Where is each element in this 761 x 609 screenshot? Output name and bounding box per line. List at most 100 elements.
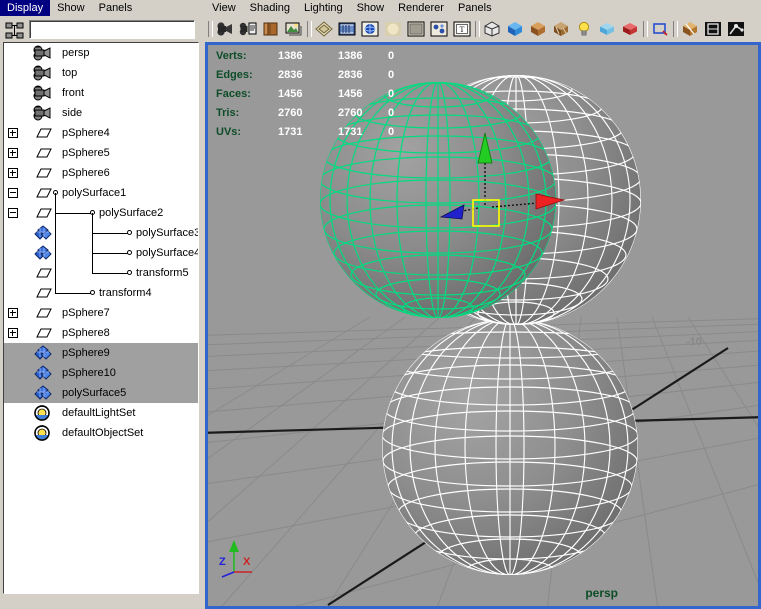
hud-value: 0: [388, 50, 395, 62]
xray-joints-icon[interactable]: [702, 18, 724, 40]
resolution-gate-icon[interactable]: [359, 18, 381, 40]
toolbar-separator: [207, 18, 214, 40]
outliner-row-psphere8[interactable]: pSphere8: [4, 323, 198, 343]
ik-handles-icon[interactable]: [725, 18, 747, 40]
viewport-menu-lighting[interactable]: Lighting: [297, 0, 350, 16]
maya-window: Display Show Panels persp top front side pSp…: [0, 0, 761, 609]
expand-icon[interactable]: [8, 328, 18, 338]
outliner-row-top[interactable]: top: [4, 63, 198, 83]
outliner-row-label: pSphere8: [62, 327, 110, 339]
outliner-panel: Display Show Panels persp top front side pSp…: [0, 0, 203, 609]
smooth-shade-all-icon[interactable]: [504, 18, 526, 40]
outliner-row-label: pSphere6: [62, 167, 110, 179]
mesh-icon: [32, 245, 54, 261]
outliner-menu-panels[interactable]: Panels: [92, 0, 140, 16]
outliner-row-label: polySurface4: [136, 247, 199, 259]
outliner-row-polysurface4[interactable]: polySurface4: [4, 243, 198, 263]
outliner-row-label: pSphere4: [62, 127, 110, 139]
outliner-row-label: side: [62, 107, 83, 119]
expand-icon[interactable]: [8, 308, 18, 318]
outliner-row-transform5[interactable]: transform5: [4, 263, 198, 283]
outliner-search-input[interactable]: [29, 20, 195, 39]
outliner-menu-show[interactable]: Show: [50, 0, 92, 16]
outliner-row-psphere9[interactable]: pSphere9: [4, 343, 198, 363]
bookmark-icon[interactable]: [260, 18, 282, 40]
outliner-row-polysurface2[interactable]: polySurface2: [4, 203, 198, 223]
transform-icon: [32, 145, 54, 161]
viewport-menu-show[interactable]: Show: [350, 0, 392, 16]
outliner-row-psphere7[interactable]: pSphere7: [4, 303, 198, 323]
camera-attributes-icon[interactable]: [237, 18, 259, 40]
outliner-row-label: polySurface2: [99, 207, 164, 219]
svg-text:T: T: [460, 25, 465, 34]
hud-row: Edges: 2836 2836 0: [216, 66, 418, 85]
transform-icon: [32, 325, 54, 341]
expand-icon[interactable]: [8, 148, 18, 158]
collapse-icon[interactable]: [8, 208, 18, 218]
axis-label-z: Z: [219, 556, 226, 568]
outliner-row-psphere5[interactable]: pSphere5: [4, 143, 198, 163]
image-plane-icon[interactable]: [283, 18, 305, 40]
camera-icon: [32, 85, 54, 101]
hud-label: Verts:: [216, 50, 247, 62]
mesh-icon: [32, 365, 54, 381]
hud-label: Edges:: [216, 69, 253, 81]
expand-icon[interactable]: [8, 168, 18, 178]
outliner-row-psphere4[interactable]: pSphere4: [4, 123, 198, 143]
outliner-row-polysurface5[interactable]: polySurface5: [4, 383, 198, 403]
outliner-row-label: defaultObjectSet: [62, 427, 144, 439]
hud-value: 2760: [278, 107, 303, 119]
viewport-3d-canvas[interactable]: Verts: 1386 1386 0 Edges: 2836 2836 0 Faces: 1456…: [205, 42, 761, 609]
outliner-row-psphere6[interactable]: pSphere6: [4, 163, 198, 183]
hud-value: 0: [388, 126, 395, 138]
outliner-tree[interactable]: persp top front side pSphere4 pSphere5 pSphere…: [3, 42, 199, 594]
outliner-row-polysurface1[interactable]: polySurface1: [4, 183, 198, 203]
outliner-row-persp[interactable]: persp: [4, 43, 198, 63]
outliner-row-psphere10[interactable]: pSphere10: [4, 363, 198, 383]
axis-label-x: X: [243, 556, 251, 568]
set-icon: [32, 405, 54, 421]
gate-mask-icon[interactable]: [382, 18, 404, 40]
outliner-row-defaultobjectset[interactable]: defaultObjectSet: [4, 423, 198, 443]
viewport-menu-shading[interactable]: Shading: [243, 0, 297, 16]
xray-icon[interactable]: [649, 18, 671, 40]
field-chart-icon[interactable]: [405, 18, 427, 40]
camera-name-label: persp: [585, 586, 618, 600]
hud-row: Faces: 1456 1456 0: [216, 85, 418, 104]
hud-value: 1731: [278, 126, 303, 138]
viewport-menu-renderer[interactable]: Renderer: [391, 0, 451, 16]
outliner-row-label: polySurface3: [136, 227, 199, 239]
film-gate-icon[interactable]: [336, 18, 358, 40]
outliner-menu-display[interactable]: Display: [0, 0, 51, 16]
transform-icon: [32, 265, 54, 281]
outliner-row-transform4[interactable]: transform4: [4, 283, 198, 303]
hud-label: Faces:: [216, 88, 251, 100]
shadows-icon[interactable]: [596, 18, 618, 40]
two-d-pan-zoom-icon[interactable]: [313, 18, 335, 40]
outliner-menubar: Display Show Panels: [0, 0, 203, 16]
camera-select-icon[interactable]: [214, 18, 236, 40]
outliner-row-label: transform5: [136, 267, 189, 279]
outliner-row-side[interactable]: side: [4, 103, 198, 123]
viewport-menu-view[interactable]: View: [205, 0, 243, 16]
outliner-row-polysurface3[interactable]: polySurface3: [4, 223, 198, 243]
flat-shade-icon[interactable]: [550, 18, 572, 40]
grid-number-label: -10: [686, 336, 702, 348]
outliner-row-defaultlightset[interactable]: defaultLightSet: [4, 403, 198, 423]
axis-orientation-gizmo: Z X: [216, 536, 266, 581]
outliner-row-front[interactable]: front: [4, 83, 198, 103]
hud-label: UVs:: [216, 126, 242, 138]
mesh-icon: [32, 385, 54, 401]
hierarchy-icon[interactable]: [2, 19, 28, 43]
smooth-shade-selected-icon[interactable]: [527, 18, 549, 40]
expand-icon[interactable]: [8, 128, 18, 138]
use-all-lights-icon[interactable]: [573, 18, 595, 40]
texture-icon[interactable]: [619, 18, 641, 40]
safe-action-icon[interactable]: [428, 18, 450, 40]
collapse-icon[interactable]: [8, 188, 18, 198]
hud-value: 1456: [278, 88, 303, 100]
wireframe-shading-icon[interactable]: [481, 18, 503, 40]
safe-title-icon[interactable]: T: [451, 18, 473, 40]
isolate-select-icon[interactable]: [679, 18, 701, 40]
viewport-menu-panels[interactable]: Panels: [451, 0, 499, 16]
